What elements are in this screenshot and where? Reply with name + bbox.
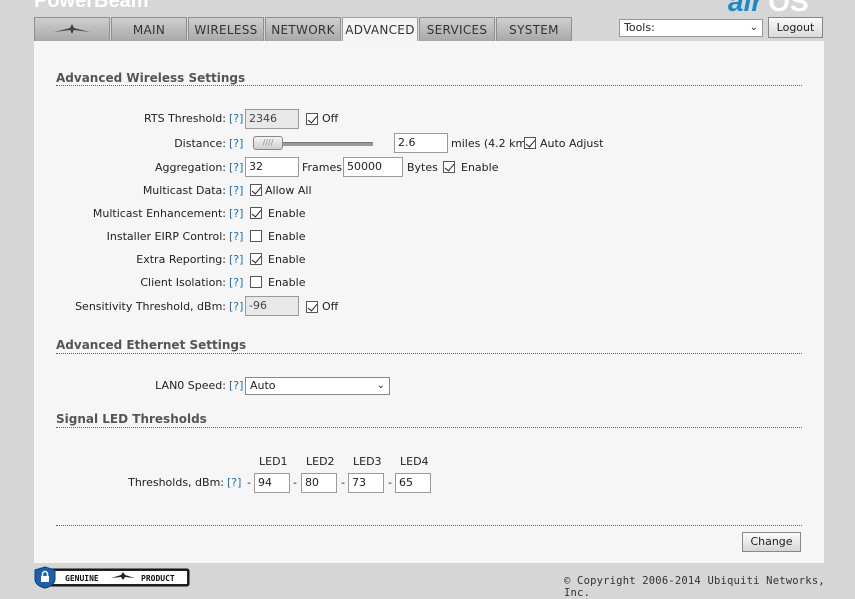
client-isolation-help-link[interactable]: [?]: [229, 276, 243, 289]
eirp-option-label: Enable: [268, 230, 306, 243]
frames-label: Frames: [302, 161, 343, 174]
tab-services[interactable]: SERVICES: [419, 17, 495, 41]
tab-ubnt-logo[interactable]: [34, 17, 110, 41]
ethernet-section-title: Advanced Ethernet Settings: [56, 338, 247, 352]
rts-off-label: Off: [322, 112, 339, 125]
led1-header: LED1: [259, 455, 288, 468]
sensitivity-label: Sensitivity Threshold, dBm:: [75, 300, 226, 313]
section-divider: [56, 525, 802, 526]
led3-minus: -: [341, 476, 345, 489]
led3-input[interactable]: 73: [348, 473, 384, 493]
aggregation-frames-input[interactable]: 32: [245, 157, 299, 177]
brand-logo: PowerBeam: [34, 0, 149, 12]
genuine-product-badge: GENUINE PRODUCT: [33, 566, 191, 589]
svg-text:PRODUCT: PRODUCT: [141, 574, 175, 583]
client-isolation-checkbox[interactable]: [250, 276, 262, 288]
logout-button[interactable]: Logout: [768, 17, 823, 38]
extra-reporting-help-link[interactable]: [?]: [229, 253, 243, 266]
multicast-enh-label: Multicast Enhancement:: [92, 207, 226, 220]
sensitivity-off-checkbox[interactable]: [306, 301, 318, 313]
aggregation-enable-checkbox[interactable]: [443, 161, 455, 173]
sensitivity-help-link[interactable]: [?]: [229, 300, 243, 313]
aggregation-help-link[interactable]: [?]: [229, 161, 243, 174]
distance-slider-handle[interactable]: ////: [253, 136, 283, 150]
led2-input[interactable]: 80: [301, 473, 337, 493]
lan-speed-help-link[interactable]: [?]: [229, 379, 243, 392]
sensitivity-input[interactable]: -96: [245, 296, 299, 316]
sensitivity-off-label: Off: [322, 300, 339, 313]
top-bar: PowerBeam air OS: [0, 0, 855, 17]
tab-wireless[interactable]: WIRELESS: [188, 17, 264, 41]
aggregation-enable-label: Enable: [461, 161, 499, 174]
tools-select[interactable]: Tools: ⌄: [619, 19, 763, 37]
led3-header: LED3: [353, 455, 382, 468]
copyright-text: © Copyright 2006-2014 Ubiquiti Networks,…: [564, 575, 825, 599]
client-isolation-label: Client Isolation:: [140, 276, 226, 289]
eirp-label: Installer EIRP Control:: [106, 230, 226, 243]
tab-network[interactable]: NETWORK: [265, 17, 341, 41]
multicast-help-link[interactable]: [?]: [229, 184, 243, 197]
multicast-allow-checkbox[interactable]: [250, 184, 262, 196]
led4-header: LED4: [400, 455, 429, 468]
auto-adjust-label: Auto Adjust: [540, 137, 604, 150]
led4-minus: -: [388, 476, 392, 489]
multicast-enh-checkbox[interactable]: [250, 207, 262, 219]
led1-input[interactable]: 94: [254, 473, 290, 493]
extra-reporting-option-label: Enable: [268, 253, 306, 266]
distance-unit-text: miles (4.2 km): [451, 137, 531, 150]
led2-header: LED2: [306, 455, 335, 468]
auto-adjust-checkbox[interactable]: [524, 137, 536, 149]
bytes-label: Bytes: [407, 161, 438, 174]
extra-reporting-checkbox[interactable]: [250, 253, 262, 265]
svg-text:GENUINE: GENUINE: [65, 574, 99, 583]
client-isolation-option-label: Enable: [268, 276, 306, 289]
led4-input[interactable]: 65: [395, 473, 431, 493]
tab-advanced[interactable]: ADVANCED: [342, 17, 418, 43]
tab-system[interactable]: SYSTEM: [496, 17, 572, 41]
rts-help-link[interactable]: [?]: [229, 112, 243, 125]
lan-speed-select[interactable]: Auto ⌄: [245, 377, 390, 395]
distance-input[interactable]: 2.6: [394, 133, 448, 153]
aggregation-label: Aggregation:: [154, 161, 226, 174]
rts-label: RTS Threshold:: [144, 112, 226, 125]
rts-input[interactable]: 2346: [245, 109, 299, 129]
chevron-down-icon: ⌄: [376, 380, 385, 391]
change-button[interactable]: Change: [742, 532, 801, 552]
multicast-label: Multicast Data:: [142, 184, 226, 197]
section-divider: [56, 427, 802, 428]
rts-off-checkbox[interactable]: [306, 113, 318, 125]
lan-speed-label: LAN0 Speed:: [155, 379, 226, 392]
thresholds-help-link[interactable]: [?]: [227, 476, 241, 489]
main-panel: Advanced Wireless Settings RTS Threshold…: [34, 41, 824, 563]
multicast-allow-label: Allow All: [265, 184, 312, 197]
led2-minus: -: [293, 476, 297, 489]
distance-help-link[interactable]: [?]: [229, 137, 243, 150]
distance-label: Distance:: [174, 137, 226, 150]
tab-main[interactable]: MAIN: [111, 17, 187, 41]
chevron-down-icon: ⌄: [749, 22, 758, 33]
multicast-enh-help-link[interactable]: [?]: [229, 207, 243, 220]
extra-reporting-label: Extra Reporting:: [136, 253, 226, 266]
eirp-help-link[interactable]: [?]: [229, 230, 243, 243]
led1-minus: -: [247, 476, 251, 489]
airos-logo: air OS: [728, 0, 809, 17]
section-divider: [56, 85, 802, 86]
thresholds-label: Thresholds, dBm:: [128, 476, 224, 489]
section-divider: [56, 353, 802, 354]
ubiquiti-logo-icon: [54, 24, 90, 34]
wireless-section-title: Advanced Wireless Settings: [56, 71, 246, 85]
led-section-title: Signal LED Thresholds: [56, 412, 207, 426]
eirp-checkbox[interactable]: [250, 230, 262, 242]
aggregation-bytes-input[interactable]: 50000: [343, 157, 403, 177]
multicast-enh-option-label: Enable: [268, 207, 306, 220]
